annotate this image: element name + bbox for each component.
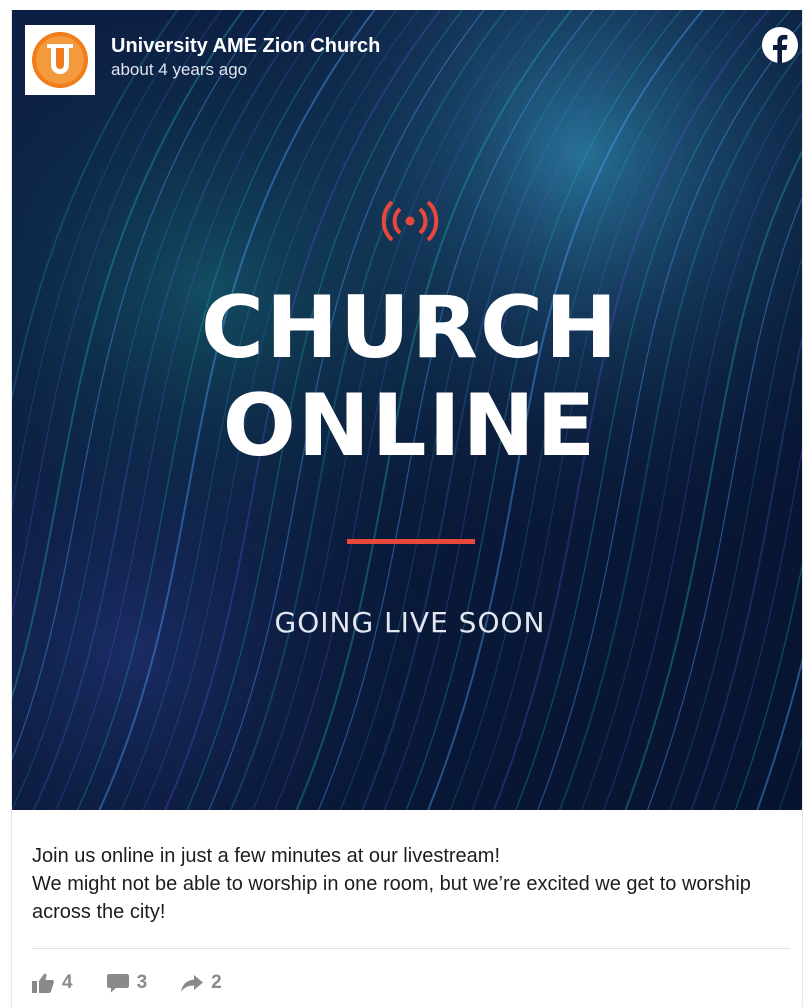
headline-online: ONLINE <box>223 376 598 476</box>
share-count: 2 <box>211 972 222 993</box>
engagement-stats: 4 3 2 <box>32 968 256 998</box>
caption-line-2: We might not be able to worship in one r… <box>32 873 751 923</box>
post-timestamp[interactable]: about 4 years ago <box>111 59 380 81</box>
accent-line <box>347 539 475 544</box>
facebook-icon[interactable] <box>761 26 799 64</box>
like-count: 4 <box>62 972 73 993</box>
divider <box>32 948 790 949</box>
share-arrow-icon <box>181 975 204 992</box>
comment-stat[interactable]: 3 <box>106 972 148 994</box>
post-author[interactable]: University AME Zion Church <box>111 35 380 57</box>
post-caption: Join us online in just a few minutes at … <box>32 842 782 926</box>
thumbs-up-icon <box>32 973 54 993</box>
comment-count: 3 <box>136 972 148 993</box>
caption-line-1: Join us online in just a few minutes at … <box>32 845 500 867</box>
share-stat[interactable]: 2 <box>181 972 222 994</box>
going-live-soon: GOING LIVE SOON <box>275 606 546 639</box>
avatar[interactable] <box>25 25 95 95</box>
social-post-card: CHURCH ONLINE GOING LIVE SOON University… <box>11 10 803 1007</box>
headline-church: CHURCH <box>201 278 619 378</box>
post-image[interactable]: CHURCH ONLINE GOING LIVE SOON <box>12 10 802 810</box>
church-logo-icon <box>32 32 88 88</box>
church-online-graphic: CHURCH ONLINE GOING LIVE SOON <box>12 10 802 810</box>
post-header: University AME Zion Church about 4 years… <box>25 25 380 97</box>
comment-icon <box>106 974 129 993</box>
like-stat[interactable]: 4 <box>32 972 73 994</box>
